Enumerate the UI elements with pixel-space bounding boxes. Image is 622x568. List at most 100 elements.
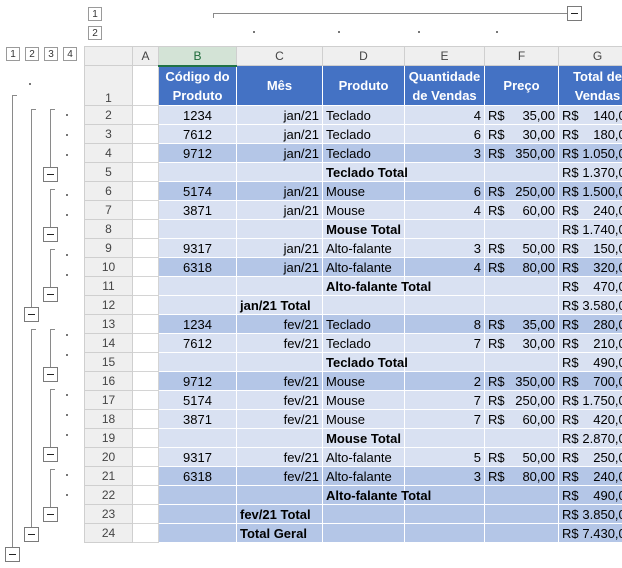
cell-d[interactable]: Alto-falante: [322, 466, 405, 486]
cell-d[interactable]: Teclado: [322, 143, 405, 163]
cell-f[interactable]: [484, 352, 559, 372]
cell-e[interactable]: [404, 295, 485, 315]
cell-e[interactable]: 3: [404, 466, 485, 486]
cell-f[interactable]: [484, 523, 559, 543]
cell-c[interactable]: fev/21: [236, 447, 323, 467]
cell-g[interactable]: R$ 280,00: [558, 314, 622, 334]
cell-e[interactable]: 4: [404, 105, 485, 125]
cell-d[interactable]: Teclado: [322, 105, 405, 125]
row-collapse-button[interactable]: [24, 307, 39, 322]
cell-c[interactable]: [236, 428, 323, 448]
cell-e[interactable]: 6: [404, 181, 485, 201]
cell-d[interactable]: Mouse: [322, 200, 405, 220]
cell-b[interactable]: 1234: [158, 105, 237, 125]
row-header[interactable]: 12: [84, 295, 133, 315]
cell-b[interactable]: [158, 219, 237, 239]
cell-e[interactable]: 4: [404, 200, 485, 220]
column-title-cell[interactable]: Total de Vendas: [558, 65, 622, 106]
cell-c[interactable]: [236, 485, 323, 505]
cell-c[interactable]: fev/21: [236, 333, 323, 353]
cell-a[interactable]: [132, 352, 159, 372]
cell-total[interactable]: R$3.850,00: [558, 504, 622, 524]
cell-a[interactable]: [132, 428, 159, 448]
row-header[interactable]: 17: [84, 390, 133, 410]
cell-d[interactable]: Teclado: [322, 314, 405, 334]
cell-b[interactable]: 6318: [158, 257, 237, 277]
cell-d[interactable]: Mouse: [322, 390, 405, 410]
column-title-cell[interactable]: Preço: [484, 65, 559, 106]
cell-a[interactable]: [132, 390, 159, 410]
cell-a[interactable]: [132, 466, 159, 486]
cell-a[interactable]: [132, 314, 159, 334]
cell-e[interactable]: 3: [404, 238, 485, 258]
cell-e[interactable]: 8: [404, 314, 485, 334]
cell-c[interactable]: jan/21: [236, 257, 323, 277]
column-header-c[interactable]: C: [236, 46, 323, 66]
cell-d[interactable]: Mouse: [322, 409, 405, 429]
cell-b[interactable]: [158, 352, 237, 372]
column-header-d[interactable]: D: [322, 46, 405, 66]
cell-b[interactable]: 5174: [158, 181, 237, 201]
row-header[interactable]: 7: [84, 200, 133, 220]
cell-f[interactable]: R$ 30,00: [484, 333, 559, 353]
row-collapse-button[interactable]: [43, 367, 58, 382]
column-header-b[interactable]: B: [158, 46, 237, 67]
cell-a[interactable]: [132, 219, 159, 239]
row-collapse-button[interactable]: [5, 547, 20, 562]
subtotal-label[interactable]: Alto-falante Total: [322, 485, 431, 505]
cell-g[interactable]: R$1.050,00: [558, 143, 622, 163]
row-header[interactable]: 13: [84, 314, 133, 334]
cell-c[interactable]: jan/21: [236, 238, 323, 258]
cell-a[interactable]: [132, 200, 159, 220]
cell-b[interactable]: [158, 162, 237, 182]
cell-e[interactable]: 7: [404, 390, 485, 410]
column-title-cell[interactable]: [132, 65, 159, 106]
cell-a[interactable]: [132, 276, 159, 296]
cell-f[interactable]: R$ 50,00: [484, 447, 559, 467]
column-title-cell[interactable]: Código do Produto: [158, 65, 237, 106]
row-header[interactable]: 23: [84, 504, 133, 524]
column-header-g[interactable]: G: [558, 46, 622, 66]
cell-d[interactable]: [322, 504, 405, 524]
cell-f[interactable]: [484, 219, 559, 239]
cell-f[interactable]: R$ 60,00: [484, 409, 559, 429]
cell-g[interactable]: R$ 250,00: [558, 447, 622, 467]
cell-f[interactable]: R$ 350,00: [484, 371, 559, 391]
cell-a[interactable]: [132, 295, 159, 315]
cell-b[interactable]: 9317: [158, 447, 237, 467]
cell-b[interactable]: [158, 485, 237, 505]
cell-e[interactable]: [404, 504, 485, 524]
cell-c[interactable]: jan/21: [236, 181, 323, 201]
row-header[interactable]: 3: [84, 124, 133, 144]
cell-b[interactable]: [158, 504, 237, 524]
cell-f[interactable]: R$ 35,00: [484, 314, 559, 334]
cell-a[interactable]: [132, 485, 159, 505]
cell-g[interactable]: R$ 150,00: [558, 238, 622, 258]
cell-e[interactable]: 6: [404, 124, 485, 144]
cell-b[interactable]: [158, 295, 237, 315]
cell-a[interactable]: [132, 143, 159, 163]
cell-a[interactable]: [132, 447, 159, 467]
row-header[interactable]: 14: [84, 333, 133, 353]
row-header[interactable]: 9: [84, 238, 133, 258]
cell-b[interactable]: 7612: [158, 124, 237, 144]
cell-c[interactable]: fev/21: [236, 314, 323, 334]
subtotal-label[interactable]: fev/21 Total: [236, 504, 323, 524]
cell-f[interactable]: R$ 35,00: [484, 105, 559, 125]
column-level-1-button[interactable]: 1: [88, 7, 102, 21]
row-collapse-button[interactable]: [43, 507, 58, 522]
cell-d[interactable]: [322, 295, 405, 315]
select-all-corner[interactable]: [84, 46, 133, 66]
cell-c[interactable]: fev/21: [236, 466, 323, 486]
cell-g[interactable]: R$ 320,00: [558, 257, 622, 277]
cell-b[interactable]: [158, 523, 237, 543]
cell-a[interactable]: [132, 257, 159, 277]
row-level-4-button[interactable]: 4: [63, 47, 77, 61]
cell-e[interactable]: [404, 523, 485, 543]
cell-b[interactable]: [158, 276, 237, 296]
cell-a[interactable]: [132, 105, 159, 125]
cell-b[interactable]: 3871: [158, 200, 237, 220]
row-level-1-button[interactable]: 1: [6, 47, 20, 61]
cell-a[interactable]: [132, 181, 159, 201]
subtotal-label[interactable]: Total Geral: [236, 523, 323, 543]
